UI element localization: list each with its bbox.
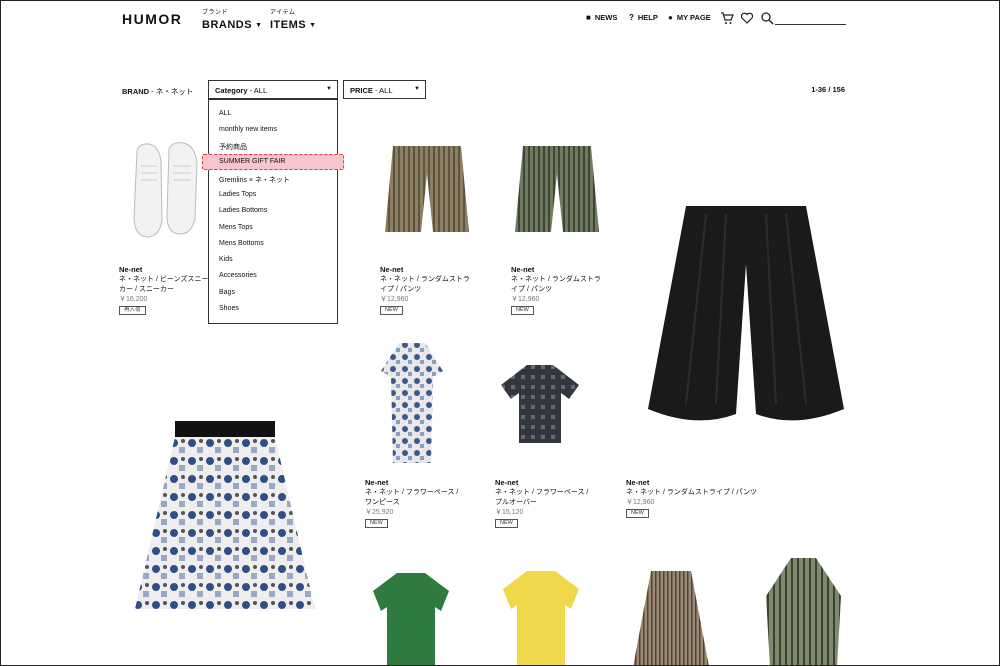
product-card-2[interactable]: Ne-net ネ・ネット / ランダムストラ イプ / パンツ ￥12,960 … bbox=[511, 265, 601, 315]
search-input[interactable] bbox=[775, 9, 846, 25]
category-select-value: - ALL bbox=[249, 86, 268, 95]
site-logo[interactable]: HUMOR bbox=[122, 11, 182, 27]
heart-icon[interactable] bbox=[740, 11, 754, 25]
product-name: ネ・ネット / ランダムストラ bbox=[511, 276, 601, 283]
help-link[interactable]: ? HELP bbox=[629, 13, 658, 22]
highlighted-option-label: SUMMER GIFT FAIR bbox=[219, 158, 286, 165]
chat-icon: ■ bbox=[586, 13, 591, 22]
product-card-1[interactable]: Ne-net ネ・ネット / ランダムストラ イプ / パンツ ￥12,960 … bbox=[380, 265, 470, 315]
product-image-floral-dress[interactable] bbox=[377, 341, 447, 466]
product-name: ネ・ネット / フラワーペース / bbox=[495, 489, 589, 496]
product-image-dark-pullover[interactable] bbox=[499, 363, 581, 445]
search-icon[interactable] bbox=[760, 11, 774, 25]
news-label: NEWS bbox=[594, 13, 618, 22]
category-option[interactable]: Ladies Tops bbox=[219, 191, 256, 198]
nav-items-small: アイテム bbox=[270, 10, 296, 16]
product-name: ネ・ネット / ランダムストラ bbox=[380, 276, 470, 283]
product-price: ￥12,960 bbox=[626, 499, 655, 506]
product-name: イプ / パンツ bbox=[511, 286, 553, 293]
category-option[interactable]: monthly new items bbox=[219, 126, 277, 133]
category-option-highlighted[interactable]: SUMMER GIFT FAIR bbox=[202, 154, 344, 170]
category-option[interactable]: 予約商品 bbox=[219, 142, 247, 152]
nav-items-label: ITEMS bbox=[270, 19, 307, 31]
product-name: イプ / パンツ bbox=[380, 286, 422, 293]
product-card-3[interactable]: Ne-net ネ・ネット / フラワーペース / ワンピース ￥25,920 N… bbox=[365, 478, 458, 528]
product-price: ￥15,120 bbox=[495, 509, 524, 516]
category-option[interactable]: Accessories bbox=[219, 272, 257, 279]
product-image-floral-skirt[interactable] bbox=[133, 419, 318, 614]
product-image-striped-pants-green[interactable] bbox=[513, 144, 601, 239]
product-name: カー / スニーカー bbox=[119, 286, 174, 293]
product-image-sneakers[interactable] bbox=[129, 141, 204, 241]
product-name: ネ・ネット / ビーンズスニー bbox=[119, 276, 209, 283]
price-select-value: - ALL bbox=[375, 86, 393, 95]
category-dropdown: ALL monthly new items 予約商品 Gremlins × ネ・… bbox=[208, 99, 338, 324]
user-icon: ● bbox=[668, 13, 673, 22]
brand-label: BRAND bbox=[122, 87, 150, 96]
cart-icon[interactable] bbox=[720, 11, 734, 25]
category-option[interactable]: Mens Tops bbox=[219, 224, 253, 231]
result-count: 1-36 / 156 bbox=[811, 85, 845, 94]
status-badge: 再入荷 bbox=[119, 306, 146, 315]
price-select-label: PRICE bbox=[350, 86, 373, 95]
category-option[interactable]: ALL bbox=[219, 110, 231, 117]
product-card-0[interactable]: Ne-net ネ・ネット / ビーンズスニー カー / スニーカー ￥16,20… bbox=[119, 265, 208, 315]
caret-down-icon: ▼ bbox=[309, 22, 317, 29]
product-image-yellow-top[interactable] bbox=[501, 569, 581, 665]
product-brand: Ne-net bbox=[365, 478, 389, 487]
product-name: ネ・ネット / フラワーペース / bbox=[365, 489, 459, 496]
caret-down-icon: ▼ bbox=[255, 22, 263, 29]
question-icon: ? bbox=[629, 13, 634, 22]
product-price: ￥12,960 bbox=[380, 296, 409, 303]
category-option[interactable]: Gremlins × ネ・ネット bbox=[219, 175, 290, 185]
product-price: ￥12,960 bbox=[511, 296, 540, 303]
nav-brands-small: ブランド bbox=[202, 10, 229, 16]
product-brand: Ne-net bbox=[380, 265, 404, 274]
nav-brands[interactable]: ブランド BRANDS ▼ bbox=[202, 7, 263, 33]
product-name: ワンピース bbox=[365, 499, 400, 506]
category-select-label: Category bbox=[215, 86, 248, 95]
nav-brands-label: BRANDS bbox=[202, 19, 253, 31]
brand-filter-label: BRAND - ネ・ネット bbox=[122, 86, 193, 97]
category-option[interactable]: Ladies Bottoms bbox=[219, 207, 267, 214]
news-link[interactable]: ■ NEWS bbox=[586, 13, 617, 22]
category-select[interactable]: Category - ALL ▼ bbox=[208, 80, 338, 99]
mypage-label: MY PAGE bbox=[676, 13, 711, 22]
category-option[interactable]: Shoes bbox=[219, 305, 239, 312]
product-image-green-top[interactable] bbox=[371, 571, 451, 665]
product-image-striped-skirt[interactable] bbox=[631, 569, 711, 665]
mypage-link[interactable]: ● MY PAGE bbox=[668, 13, 711, 22]
product-price: ￥25,920 bbox=[365, 509, 394, 516]
page-frame: HUMOR ブランド BRANDS ▼ アイテム ITEMS ▼ ■ NEWS ? HE… bbox=[0, 0, 1000, 666]
product-brand: Ne-net bbox=[119, 265, 143, 274]
product-price: ￥16,200 bbox=[119, 296, 148, 303]
status-badge: NEW bbox=[495, 519, 518, 528]
product-name: プルオーバー bbox=[495, 499, 537, 506]
brand-value: - ネ・ネット bbox=[151, 87, 194, 96]
status-badge: NEW bbox=[365, 519, 388, 528]
product-brand: Ne-net bbox=[495, 478, 519, 487]
nav-items[interactable]: アイテム ITEMS ▼ bbox=[270, 7, 317, 33]
status-badge: NEW bbox=[380, 306, 403, 315]
category-option[interactable]: Bags bbox=[219, 289, 235, 296]
product-image-striped-pants-khaki[interactable] bbox=[383, 144, 471, 239]
help-label: HELP bbox=[637, 13, 658, 22]
chevron-down-icon: ▼ bbox=[326, 86, 332, 92]
status-badge: NEW bbox=[626, 509, 649, 518]
product-brand: Ne-net bbox=[626, 478, 650, 487]
category-option[interactable]: Kids bbox=[219, 256, 233, 263]
product-image-black-pants[interactable] bbox=[646, 204, 846, 434]
category-option[interactable]: Mens Bottoms bbox=[219, 240, 264, 247]
product-card-4[interactable]: Ne-net ネ・ネット / フラワーペース / プルオーバー ￥15,120 … bbox=[495, 478, 588, 528]
product-card-5[interactable]: Ne-net ネ・ネット / ランダムストライプ / パンツ ￥12,960 N… bbox=[626, 478, 757, 518]
product-brand: Ne-net bbox=[511, 265, 535, 274]
chevron-down-icon: ▼ bbox=[414, 86, 420, 92]
status-badge: NEW bbox=[511, 306, 534, 315]
price-select[interactable]: PRICE - ALL ▼ bbox=[343, 80, 426, 99]
product-image-striped-coat[interactable] bbox=[761, 556, 846, 665]
product-name: ネ・ネット / ランダムストライプ / パンツ bbox=[626, 489, 758, 496]
